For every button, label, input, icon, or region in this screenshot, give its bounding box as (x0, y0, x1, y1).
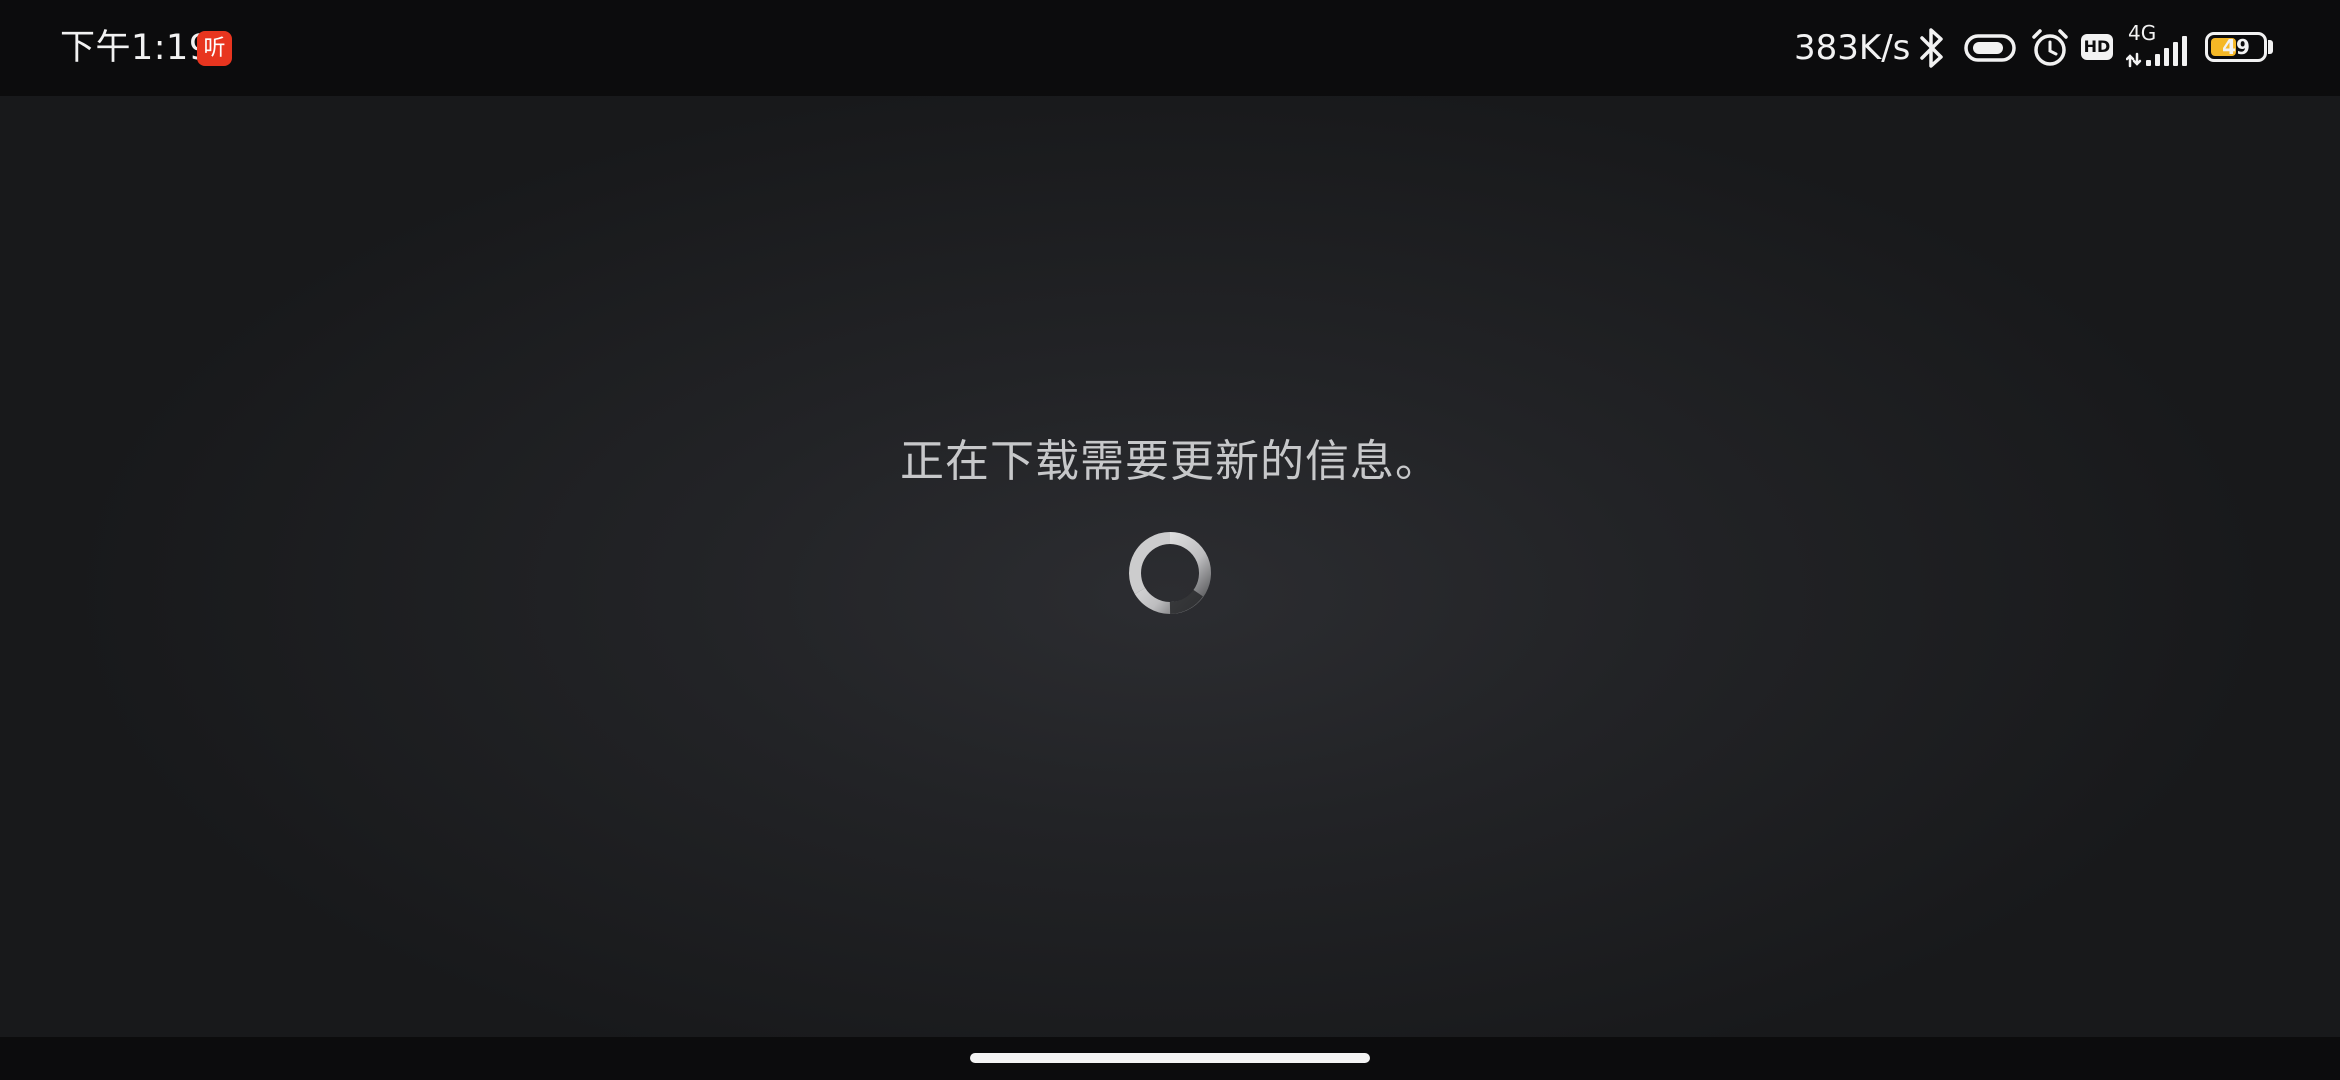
battery-icon: 49 (2205, 32, 2267, 62)
hd-voice-icon: HD (2081, 34, 2113, 60)
status-bar: 下午1:19 听 383K/s HD 4G 49 (0, 0, 2340, 96)
alarm-icon (2032, 29, 2068, 66)
signal-icon (2126, 36, 2187, 68)
listen-app-icon: 听 (197, 31, 232, 66)
data-saver-icon (1964, 34, 2016, 62)
network-speed: 383K/s (1794, 28, 1911, 68)
home-indicator[interactable] (970, 1053, 1370, 1063)
update-message: 正在下载需要更新的信息。 (900, 436, 1440, 487)
bluetooth-icon (1920, 28, 1943, 68)
battery-level: 49 (2222, 35, 2250, 59)
battery-tip (2268, 40, 2273, 54)
status-time: 下午1:19 (60, 28, 212, 68)
loading-spinner-icon (1129, 532, 1211, 614)
loading-screen: 下午1:19 听 383K/s HD 4G 49 正在下载需要更新的信息。 (0, 0, 2340, 1080)
